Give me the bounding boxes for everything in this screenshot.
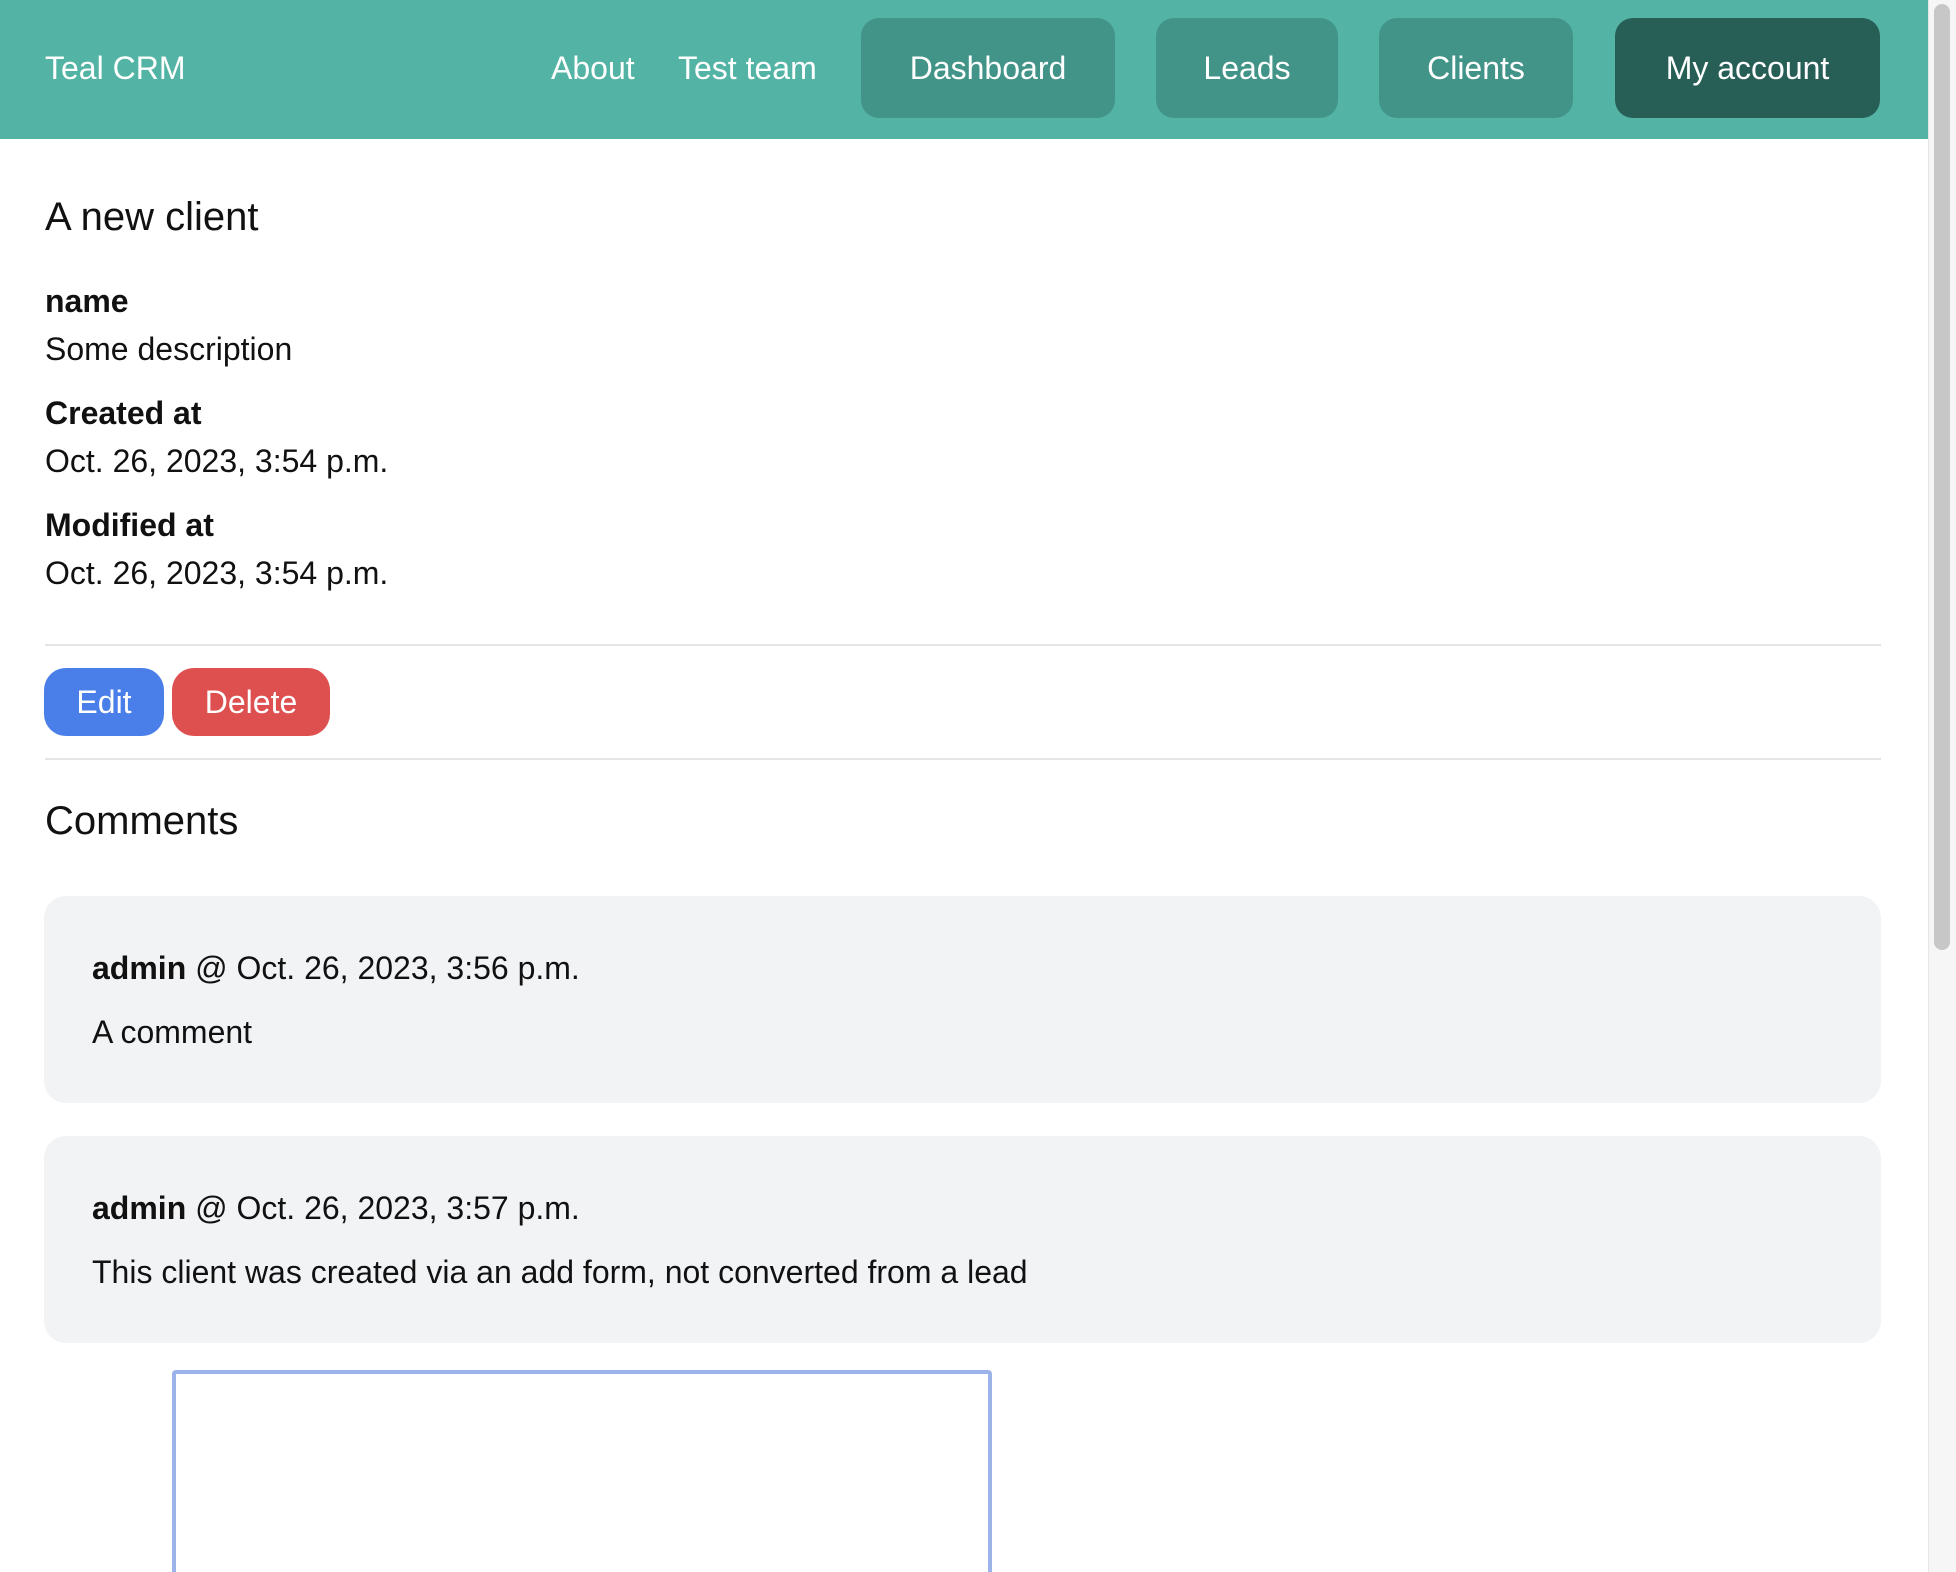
comment-author: admin [92,1190,187,1226]
field-value-created-at: Oct. 26, 2023, 3:54 p.m. [45,443,389,479]
comment-card: admin @ Oct. 26, 2023, 3:57 p.m. This cl… [44,1136,1881,1343]
page: Teal CRM About Test team Dashboard Leads… [0,0,1956,1572]
field-label-created-at: Created at [45,395,202,431]
comment-separator: @ [195,950,228,986]
comment-text: A comment [92,1014,253,1050]
nav-link-test-team[interactable]: Test team [678,46,817,90]
comments-heading: Comments [45,799,239,843]
field-label-modified-at: Modified at [45,507,214,543]
new-comment-textarea[interactable] [172,1370,992,1572]
comment-meta: admin @ Oct. 26, 2023, 3:56 p.m. [92,946,580,990]
page-title: A new client [45,195,259,239]
field-label-name: name [45,283,129,319]
nav-button-leads[interactable]: Leads [1156,18,1338,118]
comment-text: This client was created via an add form,… [92,1254,1028,1290]
nav-button-my-account[interactable]: My account [1615,18,1880,118]
brand-link[interactable]: Teal CRM [45,46,185,90]
comment-timestamp: Oct. 26, 2023, 3:57 p.m. [236,1190,580,1226]
nav-button-dashboard[interactable]: Dashboard [861,18,1115,118]
scrollbar-thumb[interactable] [1934,4,1950,950]
top-navbar: Teal CRM About Test team Dashboard Leads… [0,0,1928,139]
field-value-modified-at: Oct. 26, 2023, 3:54 p.m. [45,555,389,591]
divider [45,758,1881,760]
field-value-name: Some description [45,331,293,367]
comment-author: admin [92,950,187,986]
comment-card: admin @ Oct. 26, 2023, 3:56 p.m. A comme… [44,896,1881,1103]
edit-button[interactable]: Edit [44,668,164,736]
nav-link-about[interactable]: About [551,46,635,90]
divider [45,644,1881,646]
nav-button-clients[interactable]: Clients [1379,18,1573,118]
delete-button[interactable]: Delete [172,668,330,736]
comment-meta: admin @ Oct. 26, 2023, 3:57 p.m. [92,1186,580,1230]
comment-separator: @ [195,1190,228,1226]
comment-timestamp: Oct. 26, 2023, 3:56 p.m. [236,950,580,986]
